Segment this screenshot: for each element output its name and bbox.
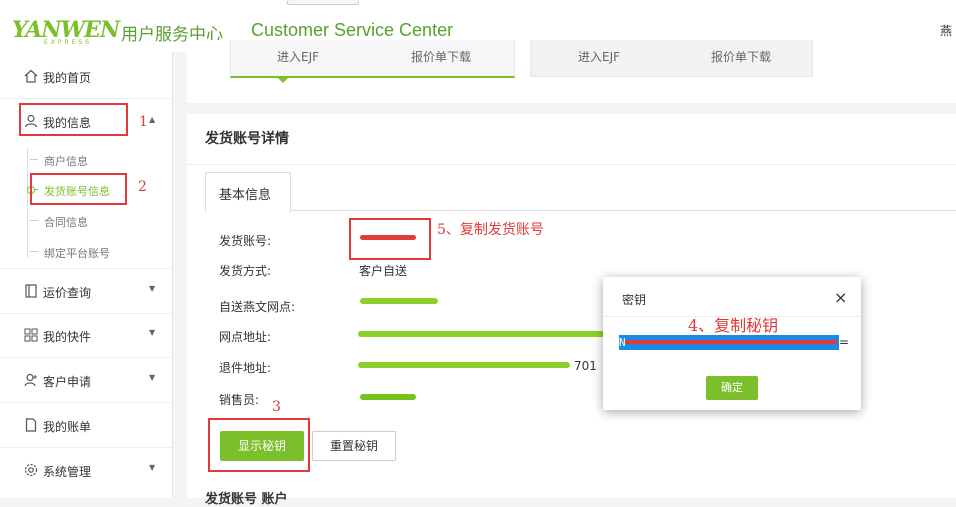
sidebar-item-label: 客户申请 (43, 375, 92, 389)
caret-down-icon: ▼ (149, 373, 156, 382)
annotation-step-3: 3 (272, 399, 281, 415)
sidebar-subitem-contract[interactable]: 合同信息 (0, 205, 172, 236)
sidebar-subitem-label: 绑定平台账号 (44, 247, 110, 260)
user-add-icon (24, 373, 37, 387)
top-strip-button[interactable] (287, 0, 359, 5)
caret-down-icon: ▼ (149, 328, 156, 337)
tab-basic-info[interactable]: 基本信息 (205, 172, 291, 213)
enter-ejf-link[interactable]: 进入EJF (277, 48, 319, 65)
sidebar-item-rate-query[interactable]: 运价查询 ▼ (0, 268, 172, 314)
home-icon (24, 69, 38, 83)
quote-download-link[interactable]: 报价单下载 (411, 48, 471, 65)
divider (187, 164, 956, 165)
sidebar-item-label: 我的快件 (43, 330, 92, 344)
top-strip (0, 0, 956, 5)
caret-down-icon: ▼ (149, 284, 156, 293)
confirm-button[interactable]: 确定 (706, 376, 758, 400)
sidebar-subitem-label: 合同信息 (44, 216, 88, 229)
header-title-en: Customer Service Center (251, 20, 454, 40)
field-label-point-address: 网点地址: (219, 330, 272, 344)
tab-underline (205, 210, 956, 211)
field-label-shipping-method: 发货方式: (219, 264, 272, 278)
header-user-name[interactable]: 燕 (940, 22, 952, 39)
caret-up-icon: ▲ (149, 115, 156, 124)
address-redaction (358, 331, 608, 337)
modal-title: 密钥 (622, 293, 647, 307)
enter-ejf-link[interactable]: 进入EJF (578, 48, 620, 65)
caret-down-icon: ▼ (149, 463, 156, 472)
dropoff-redaction (360, 298, 438, 304)
sidebar-item-label: 我的账单 (43, 420, 92, 434)
quote-download-link[interactable]: 报价单下载 (711, 48, 771, 65)
annotation-box-5 (349, 218, 431, 260)
sidebar-item-label: 运价查询 (43, 286, 92, 300)
annotation-step-2: 2 (138, 179, 147, 195)
active-tab-arrow-icon (276, 76, 290, 83)
reset-key-button[interactable]: 重置秘钥 (312, 431, 396, 461)
shortcut-tab-group-1[interactable]: 进入EJF 报价单下载 (230, 40, 515, 78)
sidebar-item-my-shipments[interactable]: 我的快件 ▼ (0, 313, 172, 358)
secret-redaction (625, 340, 837, 344)
sidebar-item-my-bills[interactable]: 我的账单 (0, 403, 172, 448)
sidebar-subitem-bind-platform[interactable]: 绑定平台账号 (0, 236, 172, 267)
annotation-box-2 (30, 173, 127, 205)
grid-icon (24, 328, 38, 342)
field-label-dropoff-point: 自送燕文网点: (219, 300, 296, 314)
sidebar-subitem-label: 商户信息 (44, 155, 88, 168)
annotation-step-5: 5、复制发货账号 (437, 222, 544, 238)
field-label-account: 发货账号: (219, 234, 272, 248)
sidebar-item-label: 系统管理 (43, 465, 92, 479)
field-value-shipping-method: 客户自送 (359, 264, 408, 278)
submenu-tick (30, 159, 38, 160)
page-title: 发货账号详情 (205, 131, 289, 147)
sidebar-item-home[interactable]: 我的首页 (0, 54, 172, 99)
field-value-return-address: 701 (574, 359, 597, 373)
document-icon (25, 284, 37, 298)
logo-subtitle: EXPRESS (44, 39, 93, 46)
tab-label: 基本信息 (219, 188, 272, 203)
field-label-salesperson: 销售员: (219, 393, 260, 407)
submenu-tick (30, 220, 38, 221)
sidebar-subitem-merchant-info[interactable]: 商户信息 (0, 144, 172, 175)
sidebar-item-customer-apply[interactable]: 客户申请 ▼ (0, 358, 172, 403)
submenu-tick (30, 251, 38, 252)
secret-key-tail: = (839, 335, 850, 349)
annotation-box-1 (19, 103, 128, 136)
close-icon[interactable]: × (834, 288, 847, 307)
shortcut-tab-group-2[interactable]: 进入EJF 报价单下载 (530, 40, 813, 77)
return-address-redaction (358, 362, 570, 368)
file-icon (25, 418, 37, 432)
annotation-step-1: 1 (139, 114, 148, 130)
salesperson-redaction (360, 394, 416, 400)
annotation-step-4: 4、复制秘钥 (688, 316, 779, 335)
annotation-box-3 (208, 418, 310, 472)
sidebar-item-label: 我的首页 (43, 71, 92, 85)
field-label-return-address: 退件地址: (219, 361, 272, 375)
gear-icon (24, 463, 38, 477)
sidebar-item-system-settings[interactable]: 系统管理 ▼ (0, 448, 172, 492)
